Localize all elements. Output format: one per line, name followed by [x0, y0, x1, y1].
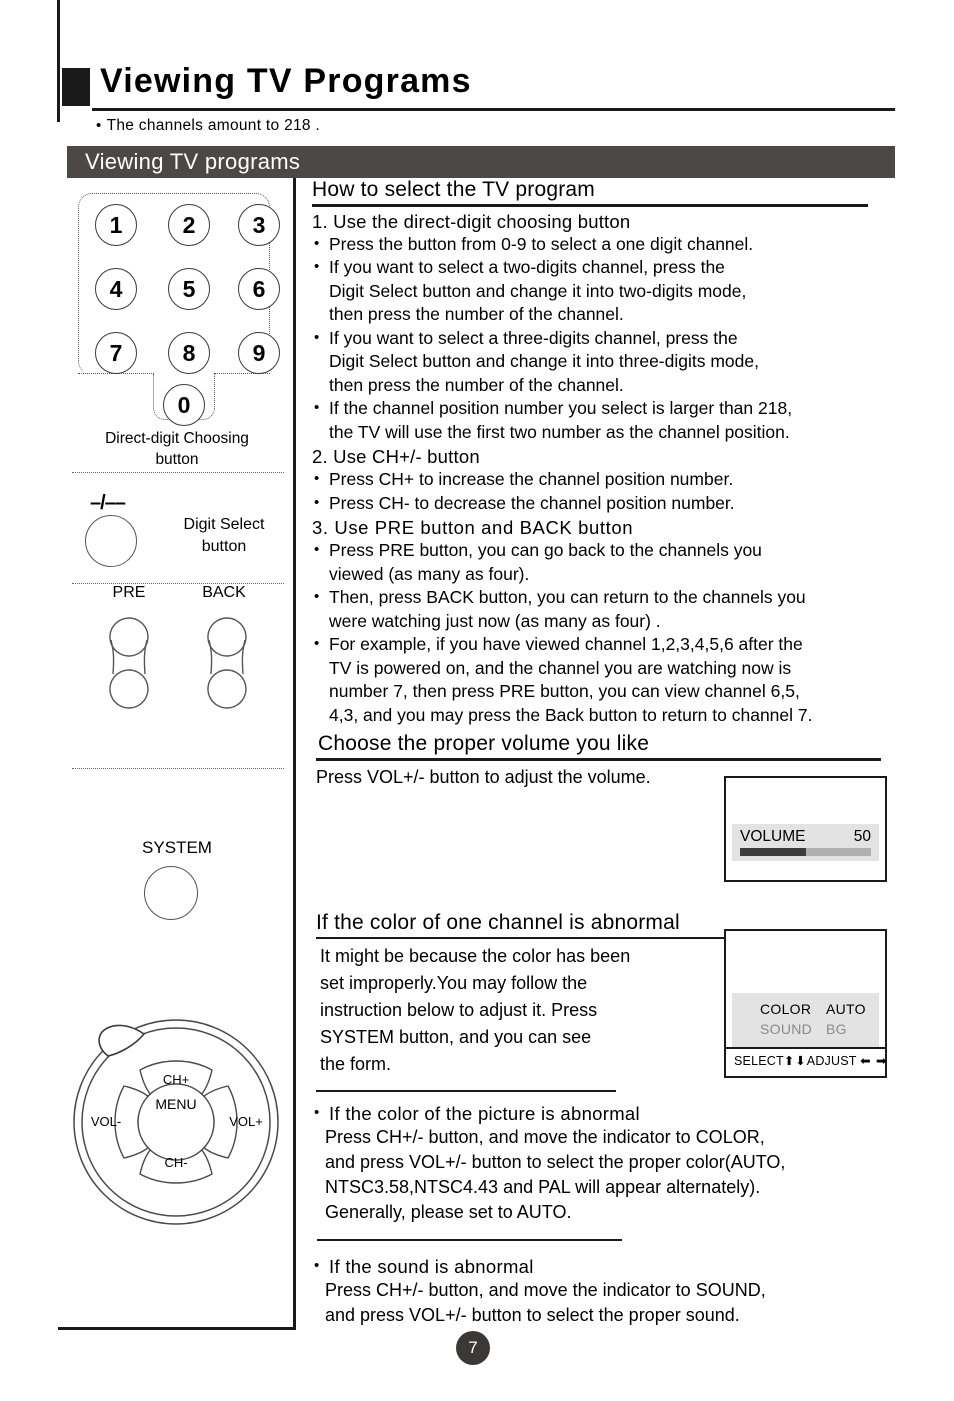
step-1-label: 1. Use the direct-digit choosing button — [312, 210, 631, 232]
keypad-key-2[interactable]: 2 — [168, 204, 210, 246]
keypad-caption: Direct-digit Choosing button — [58, 428, 296, 470]
remote-diagram-panel: 1 2 3 4 5 6 7 8 9 0 Direct-digit Choosin… — [58, 178, 296, 1330]
digit-select-caption: Digit Select button — [154, 514, 294, 558]
step-2-bullets: Press CH+ to increase the channel positi… — [312, 467, 912, 516]
wheel-vol-down-button[interactable]: VOL- — [76, 1114, 136, 1129]
keypad-key-7[interactable]: 7 — [95, 332, 137, 374]
select-program-heading-rule — [312, 204, 868, 207]
picture-abnormal-title: If the color of the picture is abnormal — [312, 1101, 912, 1126]
keypad-key-1[interactable]: 1 — [95, 204, 137, 246]
sound-abnormal-body: Press CH+/- button, and move the indicat… — [325, 1280, 766, 1326]
digit-select-button[interactable] — [85, 515, 137, 567]
step-3-label: 3. Use PRE button and BACK button — [312, 517, 634, 538]
list-item: Press CH- to decrease the channel positi… — [312, 491, 912, 516]
volume-osd-label: VOLUME — [740, 828, 806, 845]
color-osd-band: COLOR AUTO SOUND BG — [732, 993, 879, 1047]
wheel-ch-down-button[interactable]: CH- — [66, 1155, 286, 1170]
picture-abnormal-block: If the color of the picture is abnormal — [312, 1101, 912, 1126]
volume-osd-value: 50 — [853, 828, 871, 845]
step-3-bullets: Press PRE button, you can go back to the… — [312, 538, 912, 727]
title-decoration-block — [62, 68, 90, 106]
color-osd-footer: SELECT⬆⬇ADJUST ⬅ ➡ — [726, 1049, 888, 1070]
sound-section-divider — [317, 1239, 622, 1241]
list-item: If you want to select a three-digits cha… — [312, 326, 912, 398]
list-item: Then, press BACK button, you can return … — [312, 585, 912, 633]
page-title: Viewing TV Programs — [100, 62, 472, 100]
keypad-key-4[interactable]: 4 — [95, 268, 137, 310]
updown-arrows-icon: ⬆⬇ — [783, 1054, 807, 1068]
list-item: Press PRE button, you can go back to the… — [312, 538, 912, 586]
system-button[interactable] — [144, 866, 198, 920]
section-header-bar: Viewing TV programs — [67, 146, 895, 178]
color-osd-footer-box: SELECT⬆⬇ADJUST ⬅ ➡ — [724, 1049, 887, 1078]
system-button-label: SYSTEM — [142, 838, 212, 857]
color-osd-key: COLOR — [760, 1001, 812, 1017]
color-osd-value: AUTO — [826, 1001, 866, 1017]
header-note: • The channels amount to 218 . — [96, 117, 320, 135]
section-header-label: Viewing TV programs — [85, 149, 301, 174]
wheel-menu-button[interactable]: MENU — [66, 1096, 286, 1112]
back-rocker-button[interactable] — [206, 616, 247, 710]
pre-rocker-button[interactable] — [108, 616, 149, 710]
list-item: Press the button from 0-9 to select a on… — [312, 232, 912, 257]
sound-abnormal-title: If the sound is abnormal — [312, 1254, 912, 1279]
list-item: Press CH+ to increase the channel positi… — [312, 467, 912, 492]
volume-osd-box: VOLUME 50 — [724, 776, 887, 882]
digit-select-caption-line1: Digit Select — [183, 516, 265, 533]
select-program-heading: How to select the TV program — [312, 178, 595, 201]
pre-button-label: PRE — [112, 584, 146, 601]
color-osd-row-sound: SOUND BG — [732, 1019, 879, 1039]
osd-footer-select-label: SELECT — [734, 1054, 784, 1068]
keypad-key-0[interactable]: 0 — [163, 384, 205, 426]
osd-footer-adjust-label: ADJUST — [806, 1054, 857, 1068]
color-osd-row-color: COLOR AUTO — [732, 999, 879, 1019]
sound-osd-key: SOUND — [760, 1021, 813, 1037]
volume-osd-bar-track — [740, 848, 871, 856]
keypad-caption-line2: button — [155, 451, 199, 468]
instructions-column: How to select the TV program 1. Use the … — [312, 178, 912, 1328]
step-2-label: 2. Use CH+/- button — [312, 446, 480, 467]
keypad-key-5[interactable]: 5 — [168, 268, 210, 310]
leftright-arrows-icon: ⬅ ➡ — [860, 1054, 888, 1068]
volume-osd-band: VOLUME 50 — [732, 824, 879, 861]
color-osd-box: COLOR AUTO SOUND BG — [724, 929, 887, 1049]
digit-select-caption-line2: button — [201, 538, 247, 555]
digit-select-symbol: –/–– — [90, 492, 126, 514]
panel-divider-3 — [72, 768, 284, 769]
list-item: If the channel position number you selec… — [312, 396, 912, 444]
navigation-wheel: MENU CH+ CH- VOL- VOL+ — [66, 1010, 286, 1230]
picture-abnormal-body: Press CH+/- button, and move the indicat… — [325, 1127, 786, 1223]
bullet-icon: • — [96, 117, 102, 134]
keypad-key-3[interactable]: 3 — [238, 204, 280, 246]
sound-abnormal-block: If the sound is abnormal — [312, 1254, 912, 1279]
keypad-caption-line1: Direct-digit Choosing — [105, 430, 249, 447]
sound-osd-value: BG — [826, 1021, 847, 1037]
page-number-badge: 7 — [456, 1331, 490, 1365]
volume-osd-row: VOLUME 50 — [732, 824, 879, 848]
volume-heading-rule — [316, 758, 881, 761]
volume-osd-bar-fill — [740, 848, 806, 856]
keypad-key-9[interactable]: 9 — [238, 332, 280, 374]
page-frame-vertical-line — [57, 0, 60, 122]
list-item: If you want to select a two-digits chann… — [312, 255, 912, 327]
volume-heading: Choose the proper volume you like — [318, 732, 650, 755]
step-1-bullets: Press the button from 0-9 to select a on… — [312, 232, 912, 445]
back-button-label: BACK — [202, 584, 246, 601]
wheel-ch-up-button[interactable]: CH+ — [66, 1072, 286, 1087]
list-item: For example, if you have viewed channel … — [312, 632, 912, 727]
color-section-divider — [316, 1090, 616, 1092]
title-underline — [92, 108, 895, 111]
color-body-text: It might be because the color has been s… — [320, 946, 631, 1074]
keypad-key-8[interactable]: 8 — [168, 332, 210, 374]
panel-divider-1 — [72, 472, 284, 473]
keypad-key-6[interactable]: 6 — [238, 268, 280, 310]
header-note-text: The channels amount to 218 . — [106, 117, 321, 134]
wheel-vol-up-button[interactable]: VOL+ — [216, 1114, 276, 1129]
